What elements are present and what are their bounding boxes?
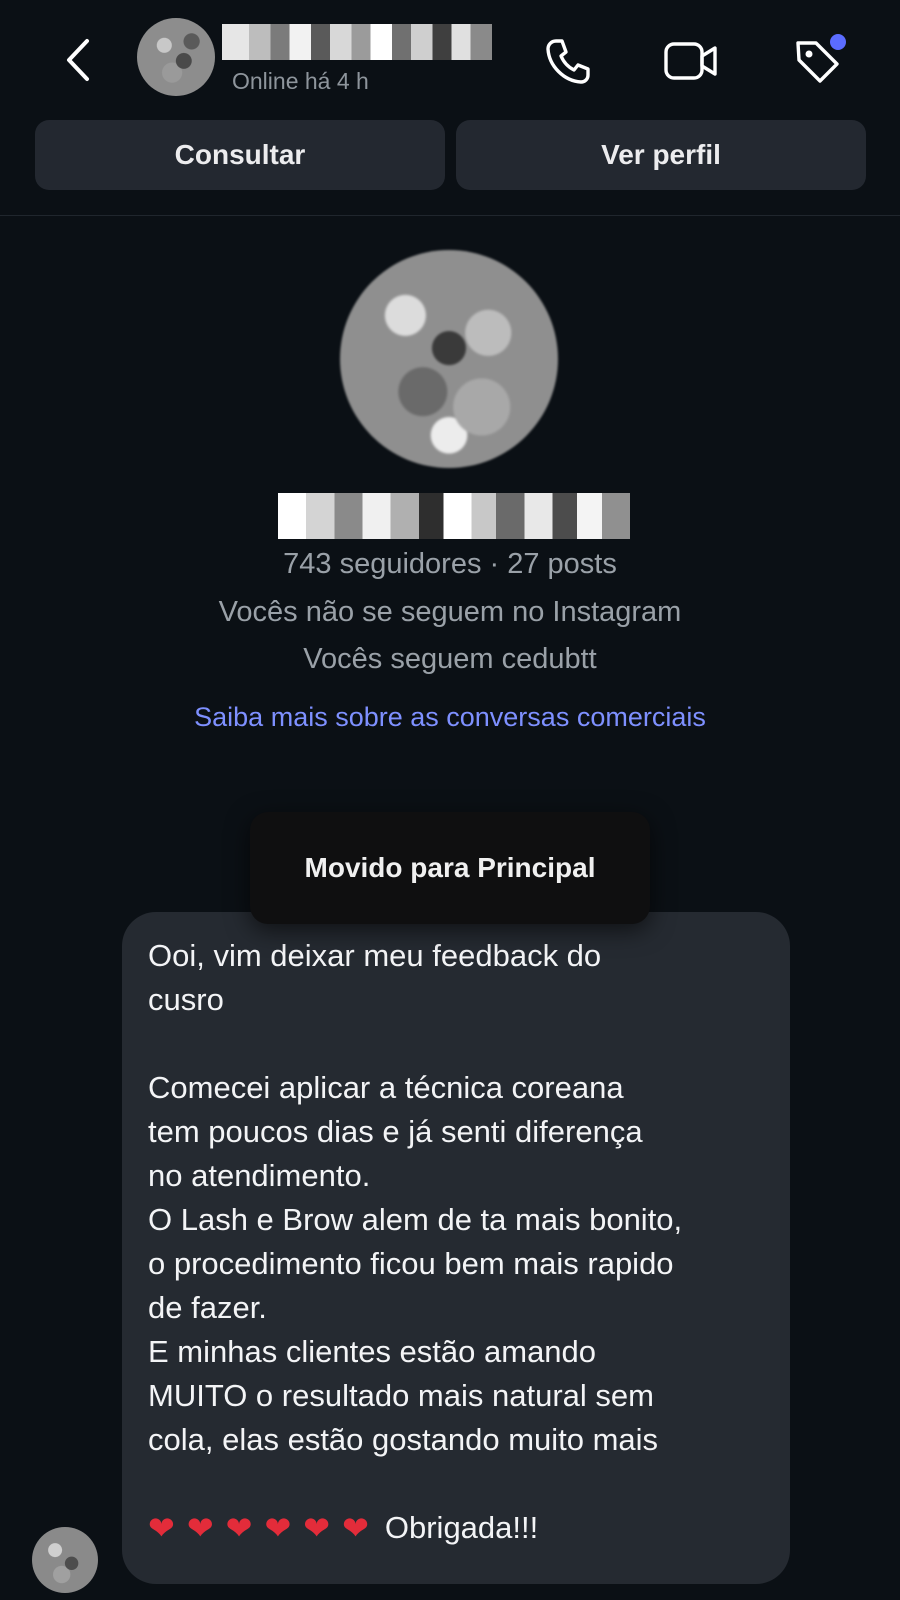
- sender-avatar[interactable]: [32, 1527, 98, 1593]
- heart-emoji: ❤: [225, 1510, 253, 1546]
- heart-emoji: ❤: [264, 1510, 292, 1546]
- notification-dot: [830, 34, 846, 50]
- heart-emoji: ❤: [342, 1510, 369, 1546]
- chat-header: Online há 4 h Consultar Ver perfil: [0, 0, 900, 216]
- message-closing: ❤ ❤ ❤ ❤ ❤ ❤ Obrigada!!!: [148, 1506, 764, 1550]
- mutual-follow: Vocês seguem cedubtt: [303, 643, 597, 675]
- contact-name-redacted[interactable]: [222, 24, 492, 60]
- back-button[interactable]: [56, 36, 100, 84]
- consult-button[interactable]: Consultar: [35, 120, 445, 190]
- view-profile-button[interactable]: Ver perfil: [456, 120, 866, 190]
- message-paragraph-2: Comecei aplicar a técnica coreana tem po…: [148, 1070, 683, 1457]
- online-status: Online há 4 h: [232, 68, 369, 94]
- video-camera-icon: [664, 42, 717, 80]
- moved-toast: Movido para Principal: [250, 812, 650, 924]
- profile-name-redacted: [278, 493, 630, 539]
- back-arrow-icon: [67, 39, 89, 81]
- label-button[interactable]: [786, 30, 848, 92]
- follower-stats: 743 seguidores · 27 posts: [283, 548, 617, 580]
- voice-call-button[interactable]: [537, 30, 599, 92]
- phone-icon: [546, 39, 590, 84]
- heart-emoji: ❤: [186, 1510, 214, 1546]
- message-paragraph-1: Ooi, vim deixar meu feedback do cusro: [148, 938, 602, 1017]
- follow-status: Vocês não se seguem no Instagram: [218, 596, 682, 628]
- profile-avatar[interactable]: [340, 250, 558, 468]
- heart-emoji: ❤: [303, 1510, 331, 1546]
- video-call-button[interactable]: [661, 30, 723, 92]
- contact-avatar[interactable]: [137, 18, 215, 96]
- heart-emoji: ❤: [148, 1510, 175, 1546]
- message-bubble[interactable]: Ooi, vim deixar meu feedback do cusro Co…: [122, 912, 790, 1584]
- business-chats-link[interactable]: Saiba mais sobre as conversas comerciais: [0, 702, 900, 733]
- thanks-text: Obrigada!!!: [384, 1510, 539, 1545]
